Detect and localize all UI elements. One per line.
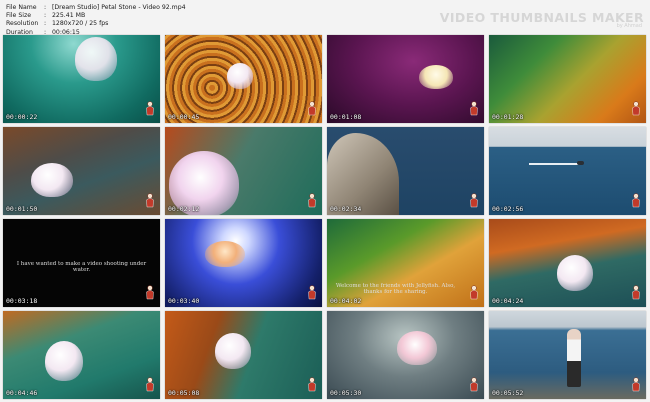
- timestamp: 00:04:02: [330, 297, 362, 305]
- studio-logo-icon: [470, 193, 478, 208]
- subtitle-caption: Welcome to the friends with Jellyfish. A…: [335, 283, 456, 295]
- meta-key: File Size: [6, 12, 32, 20]
- brand-subtitle: by Ahmad: [616, 23, 642, 29]
- meta-separator: :: [44, 12, 47, 20]
- thumbnail[interactable]: 00:03:40: [165, 219, 322, 307]
- meta-value: 1280x720 / 25 fps: [52, 20, 109, 28]
- thumbnail[interactable]: 00:00:45: [165, 35, 322, 123]
- studio-logo-icon: [308, 285, 316, 300]
- timestamp: 00:05:52: [492, 389, 524, 397]
- jellyfish: [45, 341, 83, 381]
- studio-logo-icon: [146, 101, 154, 116]
- meta-separator: :: [44, 20, 47, 28]
- studio-logo-icon: [470, 285, 478, 300]
- timestamp: 00:00:45: [168, 113, 200, 121]
- studio-logo-icon: [632, 377, 640, 392]
- studio-logo-icon: [146, 193, 154, 208]
- jellyfish: [31, 163, 73, 197]
- jellyfish: [75, 37, 117, 81]
- timestamp: 00:02:34: [330, 205, 362, 213]
- timestamp: 00:05:30: [330, 389, 362, 397]
- studio-logo-icon: [308, 377, 316, 392]
- meta-value: [Dream Studio] Petal Stone - Video 92.mp…: [52, 4, 186, 11]
- thumbnail[interactable]: 00:04:46: [3, 311, 160, 399]
- jellyfish: [227, 63, 253, 89]
- timestamp: 00:02:12: [168, 205, 200, 213]
- timestamp: 00:01:28: [492, 113, 524, 121]
- jellyfish: [215, 333, 251, 369]
- studio-logo-icon: [632, 285, 640, 300]
- thumbnail[interactable]: 00:01:08: [327, 35, 484, 123]
- studio-logo-icon: [470, 101, 478, 116]
- subtitle-caption: I have wanted to make a video shooting u…: [16, 261, 147, 273]
- jellyfish: [205, 241, 245, 267]
- person: [567, 329, 581, 387]
- jellyfish: [419, 65, 453, 89]
- thumbnail[interactable]: Welcome to the friends with Jellyfish. A…: [327, 219, 484, 307]
- studio-logo-icon: [632, 193, 640, 208]
- thumbnail[interactable]: 00:04:24: [489, 219, 646, 307]
- timestamp: 00:00:22: [6, 113, 38, 121]
- timestamp: 00:04:24: [492, 297, 524, 305]
- thumbnail[interactable]: I have wanted to make a video shooting u…: [3, 219, 160, 307]
- timestamp: 00:04:46: [6, 389, 38, 397]
- meta-row-resolution: Resolution : 1280x720 / 25 fps: [6, 20, 186, 28]
- meta-value: 225.41 MB: [52, 12, 86, 20]
- studio-logo-icon: [632, 101, 640, 116]
- timestamp: 00:01:50: [6, 205, 38, 213]
- brand-title: VIDEO THUMBNAILS MAKER: [439, 10, 644, 25]
- studio-logo-icon: [146, 285, 154, 300]
- studio-logo-icon: [308, 101, 316, 116]
- thumbnail[interactable]: 00:05:30: [327, 311, 484, 399]
- thumbnail[interactable]: 00:05:52: [489, 311, 646, 399]
- meta-key: Resolution: [6, 20, 39, 28]
- thumbnail[interactable]: 00:02:56: [489, 127, 646, 215]
- timestamp: 00:02:56: [492, 205, 524, 213]
- thumbnail[interactable]: 00:05:08: [165, 311, 322, 399]
- timestamp: 00:03:40: [168, 297, 200, 305]
- meta-separator: :: [44, 4, 47, 11]
- studio-logo-icon: [308, 193, 316, 208]
- boat-wake: [529, 163, 579, 165]
- rock: [327, 133, 399, 215]
- meta-row-file-name: File Name : [Dream Studio] Petal Stone -…: [6, 4, 186, 12]
- thumbnail[interactable]: 00:01:50: [3, 127, 160, 215]
- thumbnail[interactable]: 00:02:34: [327, 127, 484, 215]
- timestamp: 00:05:08: [168, 389, 200, 397]
- meta-row-file-size: File Size : 225.41 MB: [6, 12, 186, 20]
- boat: [577, 161, 584, 165]
- thumbnail[interactable]: 00:02:12: [165, 127, 322, 215]
- file-info: File Name : [Dream Studio] Petal Stone -…: [6, 4, 186, 37]
- jellyfish: [557, 255, 593, 291]
- thumbnail-grid: 00:00:22 00:00:45 00:01:08 00:01:28 00:0…: [3, 35, 647, 399]
- studio-logo-icon: [146, 377, 154, 392]
- studio-logo-icon: [470, 377, 478, 392]
- jellyfish: [397, 331, 437, 365]
- timestamp: 00:03:18: [6, 297, 38, 305]
- thumbnail[interactable]: 00:00:22: [3, 35, 160, 123]
- thumbnail[interactable]: 00:01:28: [489, 35, 646, 123]
- meta-key: File Name: [6, 4, 37, 11]
- timestamp: 00:01:08: [330, 113, 362, 121]
